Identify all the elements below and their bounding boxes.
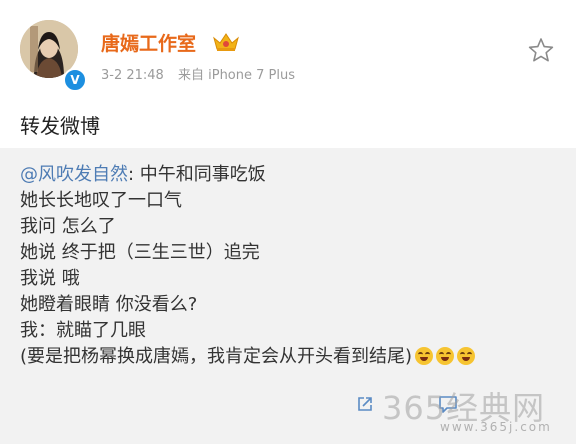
avatar[interactable]: V: [20, 20, 87, 92]
quoted-post[interactable]: @风吹发自然: 中午和同事吃饭 她长长地叹了一口气 我问 怎么了 她说 终于把（…: [0, 148, 576, 410]
quoted-line: 我说 哦: [20, 268, 80, 289]
share-icon[interactable]: [356, 395, 374, 413]
laughing-emoji: [457, 347, 476, 365]
mention-link[interactable]: @风吹发自然: [20, 164, 128, 185]
post-date: 3-2 21:48: [101, 68, 164, 83]
star-icon[interactable]: [528, 37, 554, 63]
post-meta: 3-2 21:48 来自 iPhone 7 Plus: [101, 64, 305, 83]
author-name[interactable]: 唐嫣工作室: [101, 29, 196, 56]
laughing-emoji: [436, 347, 455, 365]
quoted-line: @风吹发自然: 中午和同事吃饭: [20, 160, 266, 186]
post-body: 转发微博: [20, 114, 100, 138]
quoted-line: 她瞪着眼睛 你没看么?: [20, 294, 198, 315]
quoted-last-line: (要是把杨幂换成唐嫣，我肯定会从开头看到结尾): [20, 346, 413, 367]
verified-icon: V: [63, 68, 87, 92]
laughing-emoji: [415, 347, 434, 365]
post-card: V 唐嫣工作室 3-2 21:48 来自 iPhone 7 Plus 转发微博: [0, 0, 576, 148]
post-source: 来自 iPhone 7 Plus: [177, 68, 295, 83]
crown-icon[interactable]: [212, 32, 240, 52]
quoted-line: 她长长地叹了一口气: [20, 190, 182, 211]
quoted-line: 我问 怎么了: [20, 216, 116, 237]
quoted-first-line: : 中午和同事吃饭: [128, 164, 266, 185]
quoted-line: 我：就瞄了几眼: [20, 320, 146, 341]
quoted-line: 她说 终于把（三生三世）追完: [20, 242, 260, 263]
quoted-line: (要是把杨幂换成唐嫣，我肯定会从开头看到结尾): [20, 342, 476, 368]
watermark-url: www.365j.com: [440, 420, 552, 434]
